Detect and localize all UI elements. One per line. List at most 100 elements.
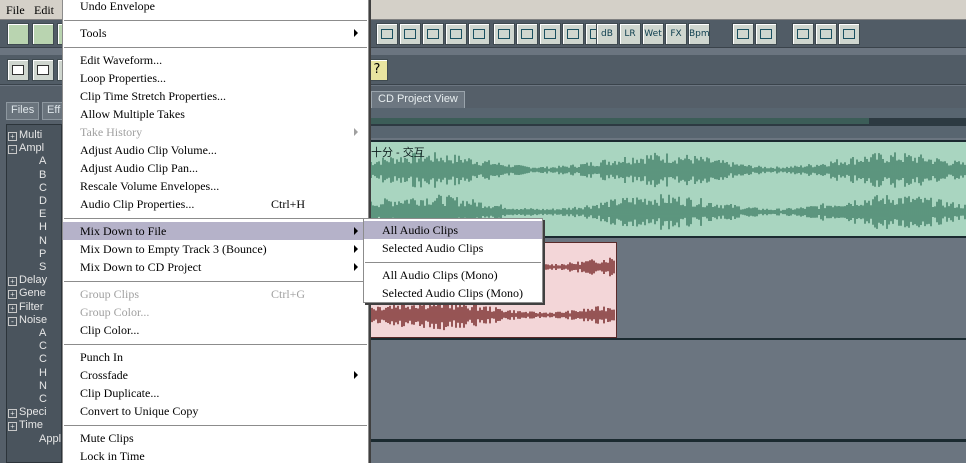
menu-item-mix-down-to-empty-track-3-bounce[interactable]: Mix Down to Empty Track 3 (Bounce) [63,240,368,258]
tree-folder[interactable]: Multi [19,129,42,141]
toolbar-bpm-button[interactable]: Bpm [688,23,710,45]
menu-item-selected-audio-clips[interactable]: Selected Audio Clips [364,239,542,257]
knob-button[interactable] [516,23,538,45]
loop-button[interactable] [376,23,398,45]
tree-folder[interactable]: Ampl [19,142,44,154]
menu-item-clip-duplicate[interactable]: Clip Duplicate... [63,384,368,402]
tree-item[interactable]: C [39,340,47,352]
tree-item[interactable]: C [39,353,47,365]
menu-item-label: Loop Properties... [80,71,166,85]
loop-icon [381,29,393,39]
wave-button[interactable] [7,23,29,45]
menu-item-lock-in-time[interactable]: Lock in Time [63,447,368,463]
menu-item-punch-in[interactable]: Punch In [63,348,368,366]
menu-item-clip-time-stretch-properties[interactable]: Clip Time Stretch Properties... [63,87,368,105]
tree-folder[interactable]: Filter [19,301,43,313]
tree-item[interactable]: S [39,261,46,273]
expand-icon[interactable]: + [8,132,17,141]
tree-item[interactable]: D [39,195,47,207]
menu-item-edit-waveform[interactable]: Edit Waveform... [63,51,368,69]
tree-button[interactable] [32,23,54,45]
tree-folder[interactable]: Delay [19,274,47,286]
menu-file[interactable]: File [6,3,25,18]
search-button[interactable] [539,23,561,45]
tree-item[interactable]: N [39,380,47,392]
tree-item[interactable]: Appl [39,433,61,445]
track-3[interactable] [369,342,966,442]
expand-icon[interactable]: + [8,290,17,300]
tree-folder[interactable]: Gene [19,287,46,299]
collapse-icon[interactable]: - [8,316,17,326]
help-button[interactable]: ? [366,59,388,81]
submenu-arrow-icon [354,227,358,235]
tab-cd-project-view[interactable]: CD Project View [371,91,465,108]
tree-folder[interactable]: Noise [19,314,47,326]
toolbar-wet-button[interactable]: Wet [642,23,664,45]
timeline-ruler[interactable] [369,108,966,138]
menu-item-loop-properties[interactable]: Loop Properties... [63,69,368,87]
collapse-icon[interactable]: - [8,145,17,155]
tree-item[interactable]: A [39,155,46,167]
menu-item-label: Tools [80,26,107,40]
list-button[interactable] [422,23,444,45]
menu-item-adjust-audio-clip-pan[interactable]: Adjust Audio Clip Pan... [63,159,368,177]
menu-item-convert-to-unique-copy[interactable]: Convert to Unique Copy [63,402,368,420]
cursor-button[interactable] [815,23,837,45]
toolbar-fx-button[interactable]: FX [665,23,687,45]
menu-item-crossfade[interactable]: Crossfade [63,366,368,384]
tree-folder[interactable]: Time [19,419,43,431]
split-icon [737,29,749,39]
lock-icon [450,29,462,39]
expand-icon[interactable]: + [8,409,17,419]
select-button[interactable] [792,23,814,45]
menu-item-mix-down-to-file[interactable]: Mix Down to File [63,222,368,240]
menu-item-label: Mix Down to CD Project [80,260,202,274]
menu-item-all-audio-clips-mono[interactable]: All Audio Clips (Mono) [364,266,542,284]
tab-files[interactable]: Files [6,102,40,120]
tree-item[interactable]: E [39,208,46,220]
menu-item-take-history: Take History [63,123,368,141]
menu-item-undo-envelope[interactable]: Undo Envelope [63,0,368,15]
tree-folder[interactable]: Speci [19,406,47,418]
window-button[interactable] [7,59,29,81]
split-button[interactable] [732,23,754,45]
tree-item[interactable]: P [39,248,46,260]
waveform-channel [370,299,615,331]
menu-item-all-audio-clips[interactable]: All Audio Clips [364,221,542,239]
envelope-button[interactable] [32,59,54,81]
tree-item[interactable]: C [39,182,47,194]
expand-icon[interactable]: + [8,277,17,287]
tree-item[interactable]: C [39,393,47,405]
tree-item[interactable]: N [39,235,47,247]
menu-item-allow-multiple-takes[interactable]: Allow Multiple Takes [63,105,368,123]
menu-item-selected-audio-clips-mono[interactable]: Selected Audio Clips (Mono) [364,284,542,302]
menu-separator [64,424,367,426]
menu-item-rescale-volume-envelopes[interactable]: Rescale Volume Envelopes... [63,177,368,195]
move-button[interactable] [838,23,860,45]
bars-button[interactable] [468,23,490,45]
tree-item[interactable]: H [39,221,47,233]
envelope-icon [37,65,49,75]
menu-item-label: Audio Clip Properties... [80,197,195,211]
menu-item-adjust-audio-clip-volume[interactable]: Adjust Audio Clip Volume... [63,141,368,159]
menu-item-label: Clip Time Stretch Properties... [80,89,227,103]
expand-icon[interactable]: + [8,303,17,313]
mix-button[interactable] [399,23,421,45]
stairs-button[interactable] [562,23,584,45]
tree-item[interactable]: A [39,327,46,339]
lock-button[interactable] [445,23,467,45]
menu-item-clip-color[interactable]: Clip Color... [63,321,368,339]
menu-item-audio-clip-properties[interactable]: Audio Clip Properties... Ctrl+H [63,195,368,213]
toolbar-db-button[interactable]: dB [596,23,618,45]
menu-edit[interactable]: Edit [34,3,54,18]
menu-item-tools[interactable]: Tools [63,24,368,42]
clip-button[interactable] [755,23,777,45]
menu-item-mix-down-to-cd-project[interactable]: Mix Down to CD Project [63,258,368,276]
dots-button[interactable] [493,23,515,45]
clip-icon [760,29,772,39]
tree-item[interactable]: H [39,367,47,379]
tree-item[interactable]: B [39,169,46,181]
expand-icon[interactable]: + [8,422,17,432]
menu-item-mute-clips[interactable]: Mute Clips [63,429,368,447]
toolbar-lr-button[interactable]: LR [619,23,641,45]
